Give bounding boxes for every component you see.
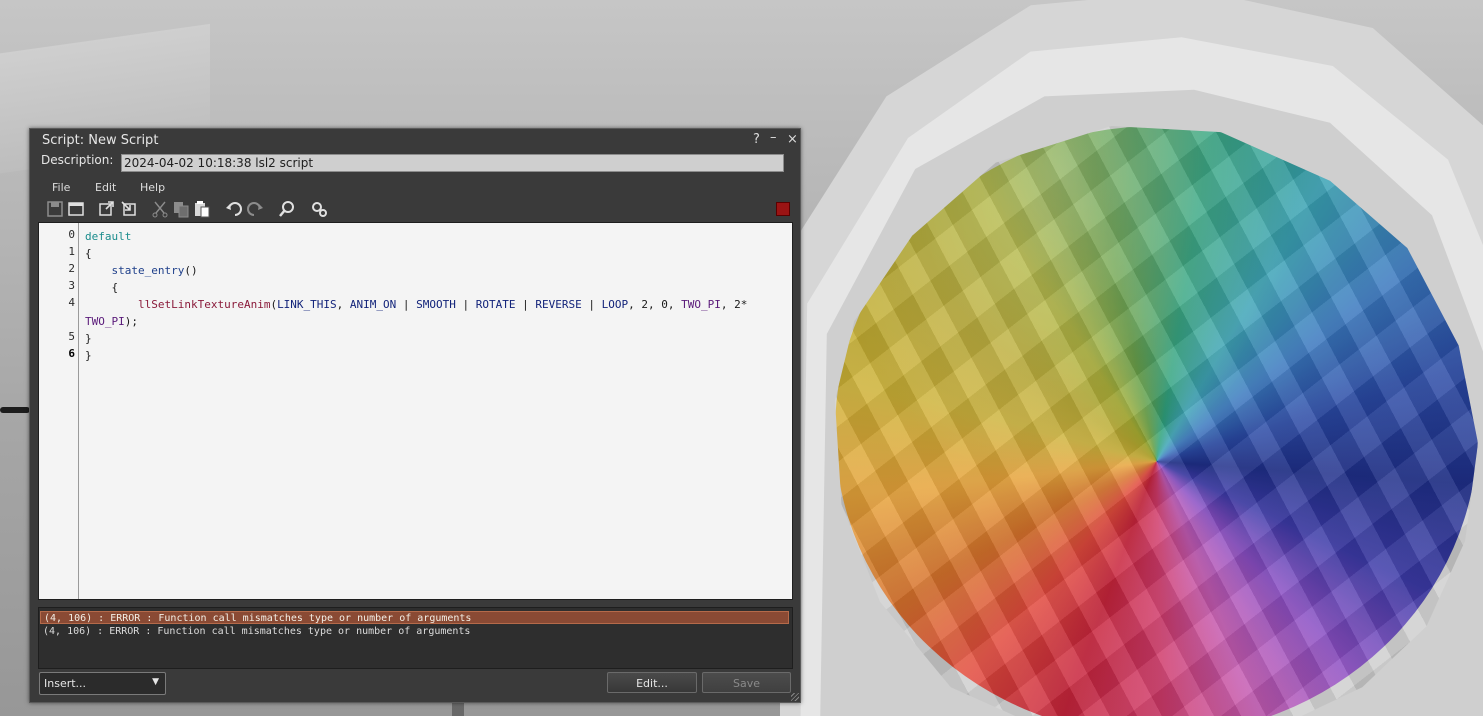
- code-function-call: llSetLinkTextureAnim: [137, 298, 271, 311]
- close-button[interactable]: ×: [787, 132, 798, 147]
- line-number-gutter: 0 1 2 3 4 5 6: [39, 223, 79, 599]
- code-keyword-default: default: [85, 230, 132, 243]
- line-number-current: 6: [68, 347, 75, 360]
- error-row[interactable]: (4, 106) : ERROR : Function call mismatc…: [40, 625, 789, 638]
- menu-file[interactable]: File: [52, 181, 70, 194]
- code-editor[interactable]: 0 1 2 3 4 5 6 default { state_entry() { …: [38, 222, 793, 600]
- line-number: 5: [68, 330, 75, 343]
- search-icon[interactable]: [277, 199, 297, 219]
- code-constant: LOOP: [601, 298, 629, 311]
- code-constant: ANIM_ON: [349, 298, 397, 311]
- code-constant: LINK_THIS: [277, 298, 337, 311]
- chevron-down-icon: ▼: [152, 677, 159, 687]
- window-title: Script: New Script: [42, 133, 159, 148]
- script-editor-window: Script: New Script ? – × Description: Fi…: [29, 128, 801, 703]
- paste-icon[interactable]: [192, 199, 212, 219]
- world-object-cable: [0, 407, 30, 413]
- redo-icon[interactable]: [245, 199, 265, 219]
- help-button[interactable]: ?: [753, 132, 760, 147]
- edit-button[interactable]: Edit...: [607, 672, 697, 693]
- load-from-file-icon[interactable]: [119, 199, 139, 219]
- code-constant: ROTATE: [475, 298, 516, 311]
- copy-icon[interactable]: [171, 199, 191, 219]
- description-label: Description:: [41, 153, 114, 167]
- line-number: 4: [68, 296, 75, 309]
- window-titlebar[interactable]: Script: New Script ? – ×: [30, 129, 800, 151]
- save-icon[interactable]: [45, 199, 65, 219]
- code-constant: TWO_PI: [85, 315, 125, 328]
- minimize-button[interactable]: –: [770, 130, 777, 145]
- external-editor-icon[interactable]: [97, 199, 117, 219]
- save-button[interactable]: Save: [702, 672, 791, 693]
- editor-toolbar: [30, 199, 800, 221]
- line-number: 3: [68, 279, 75, 292]
- insert-dropdown[interactable]: Insert... ▼: [39, 672, 166, 695]
- code-event-state-entry: state_entry: [111, 264, 185, 277]
- cut-icon[interactable]: [150, 199, 170, 219]
- stop-icon[interactable]: [776, 202, 790, 216]
- menu-edit[interactable]: Edit: [95, 181, 116, 194]
- line-number: 2: [68, 262, 75, 275]
- insert-dropdown-label: Insert...: [44, 677, 87, 690]
- menu-help[interactable]: Help: [140, 181, 165, 194]
- error-row-selected[interactable]: (4, 106) : ERROR : Function call mismatc…: [40, 611, 789, 624]
- code-constant: TWO_PI: [681, 298, 721, 311]
- line-number: 1: [68, 245, 75, 258]
- settings-icon[interactable]: [309, 199, 329, 219]
- code-text[interactable]: default { state_entry() { llSetLinkTextu…: [85, 228, 747, 364]
- description-field[interactable]: [121, 154, 784, 172]
- line-number: 0: [68, 228, 75, 241]
- undo-icon[interactable]: [224, 199, 244, 219]
- window-icon[interactable]: [66, 199, 86, 219]
- code-constant: SMOOTH: [416, 298, 456, 311]
- code-constant: REVERSE: [535, 298, 582, 311]
- compile-errors-list: (4, 106) : ERROR : Function call mismatc…: [38, 607, 793, 669]
- resize-handle[interactable]: [791, 693, 799, 701]
